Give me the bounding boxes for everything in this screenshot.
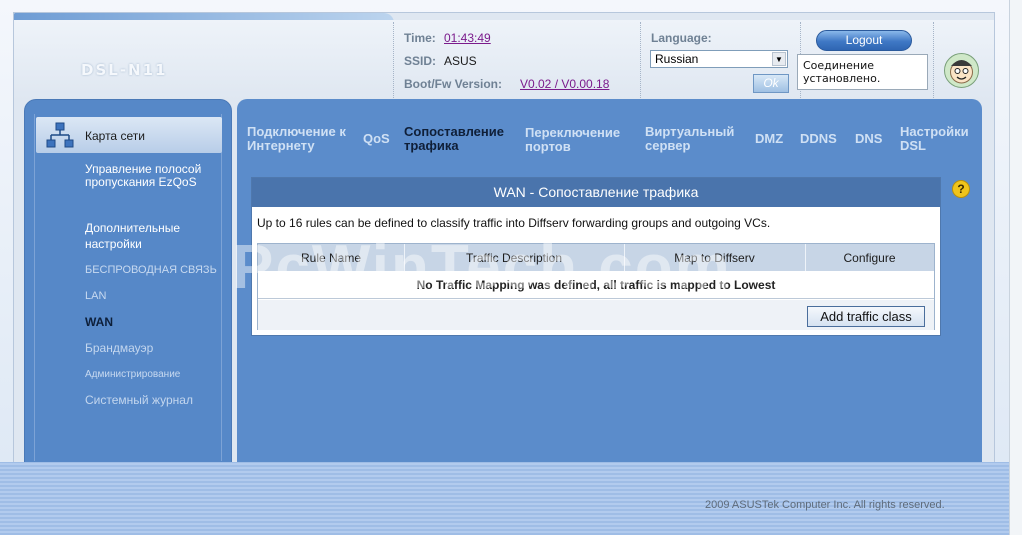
watermark: PcWinTech.com	[232, 233, 732, 302]
sidebar-item-ezqos[interactable]: Управление полосой пропускания EzQoS	[85, 163, 210, 189]
time-value-link[interactable]: 01:43:49	[444, 31, 491, 45]
firmware-version-link[interactable]: V0.02 / V0.00.18	[520, 77, 609, 91]
language-label: Language:	[651, 31, 712, 45]
connection-status-bubble: Соединение установлено.	[797, 54, 928, 90]
tab-dns[interactable]: DNS	[855, 132, 882, 146]
column-header-configure: Configure	[843, 251, 896, 265]
sidebar-item-system-log[interactable]: Системный журнал	[85, 394, 193, 407]
tab-port-forwarding[interactable]: Переключение портов	[525, 126, 635, 154]
tab-internet-connection[interactable]: Подключение к Интернету	[247, 125, 352, 153]
network-map-icon	[46, 122, 74, 148]
chevron-down-icon[interactable]: ▼	[772, 52, 786, 66]
logout-button[interactable]: Logout	[816, 30, 912, 51]
time-label: Time:	[404, 31, 436, 45]
header-divider	[933, 22, 934, 98]
language-ok-button[interactable]: Ok	[753, 74, 789, 93]
tab-traffic-mapping[interactable]: Сопоставление трафика	[404, 125, 516, 153]
tab-virtual-server[interactable]: Виртуальный сервер	[645, 125, 740, 153]
sidebar-item-lan[interactable]: LAN	[85, 290, 106, 303]
add-traffic-class-button[interactable]: Add traffic class	[807, 306, 925, 327]
sidebar-item-wan[interactable]: WAN	[85, 316, 113, 329]
header-divider	[393, 22, 394, 98]
sidebar-item-firewall[interactable]: Брандмауэр	[85, 342, 153, 355]
help-icon[interactable]: ?	[952, 180, 970, 198]
sidebar-item-wireless[interactable]: БЕСПРОВОДНАЯ СВЯЗЬ	[85, 264, 217, 277]
header-divider	[640, 22, 641, 98]
model-name: DSL-N11	[81, 61, 168, 79]
ssid-label: SSID:	[404, 54, 437, 68]
tab-dsl-settings[interactable]: Настройки DSL	[900, 125, 980, 153]
page-description: Up to 16 rules can be defined to classif…	[257, 216, 771, 230]
page-title: WAN - Сопоставление трафика	[252, 178, 940, 207]
sidebar-item-advanced-settings[interactable]: Дополнительные настройки	[85, 220, 205, 252]
sidebar-item-network-map-label: Карта сети	[85, 129, 145, 143]
tab-ddns[interactable]: DDNS	[800, 132, 837, 146]
tab-qos[interactable]: QoS	[363, 132, 390, 146]
firmware-label: Boot/Fw Version:	[404, 77, 503, 91]
copyright-text: 2009 ASUSTek Computer Inc. All rights re…	[705, 499, 945, 511]
ssid-value: ASUS	[444, 54, 477, 68]
status-mascot-icon	[944, 53, 979, 88]
sidebar-item-administration[interactable]: Администрирование	[85, 368, 180, 381]
language-select[interactable]: Russian ▼	[650, 50, 788, 68]
language-selected-value: Russian	[655, 52, 699, 66]
tab-dmz[interactable]: DMZ	[755, 132, 783, 146]
window-scrollbar[interactable]	[1009, 0, 1022, 535]
